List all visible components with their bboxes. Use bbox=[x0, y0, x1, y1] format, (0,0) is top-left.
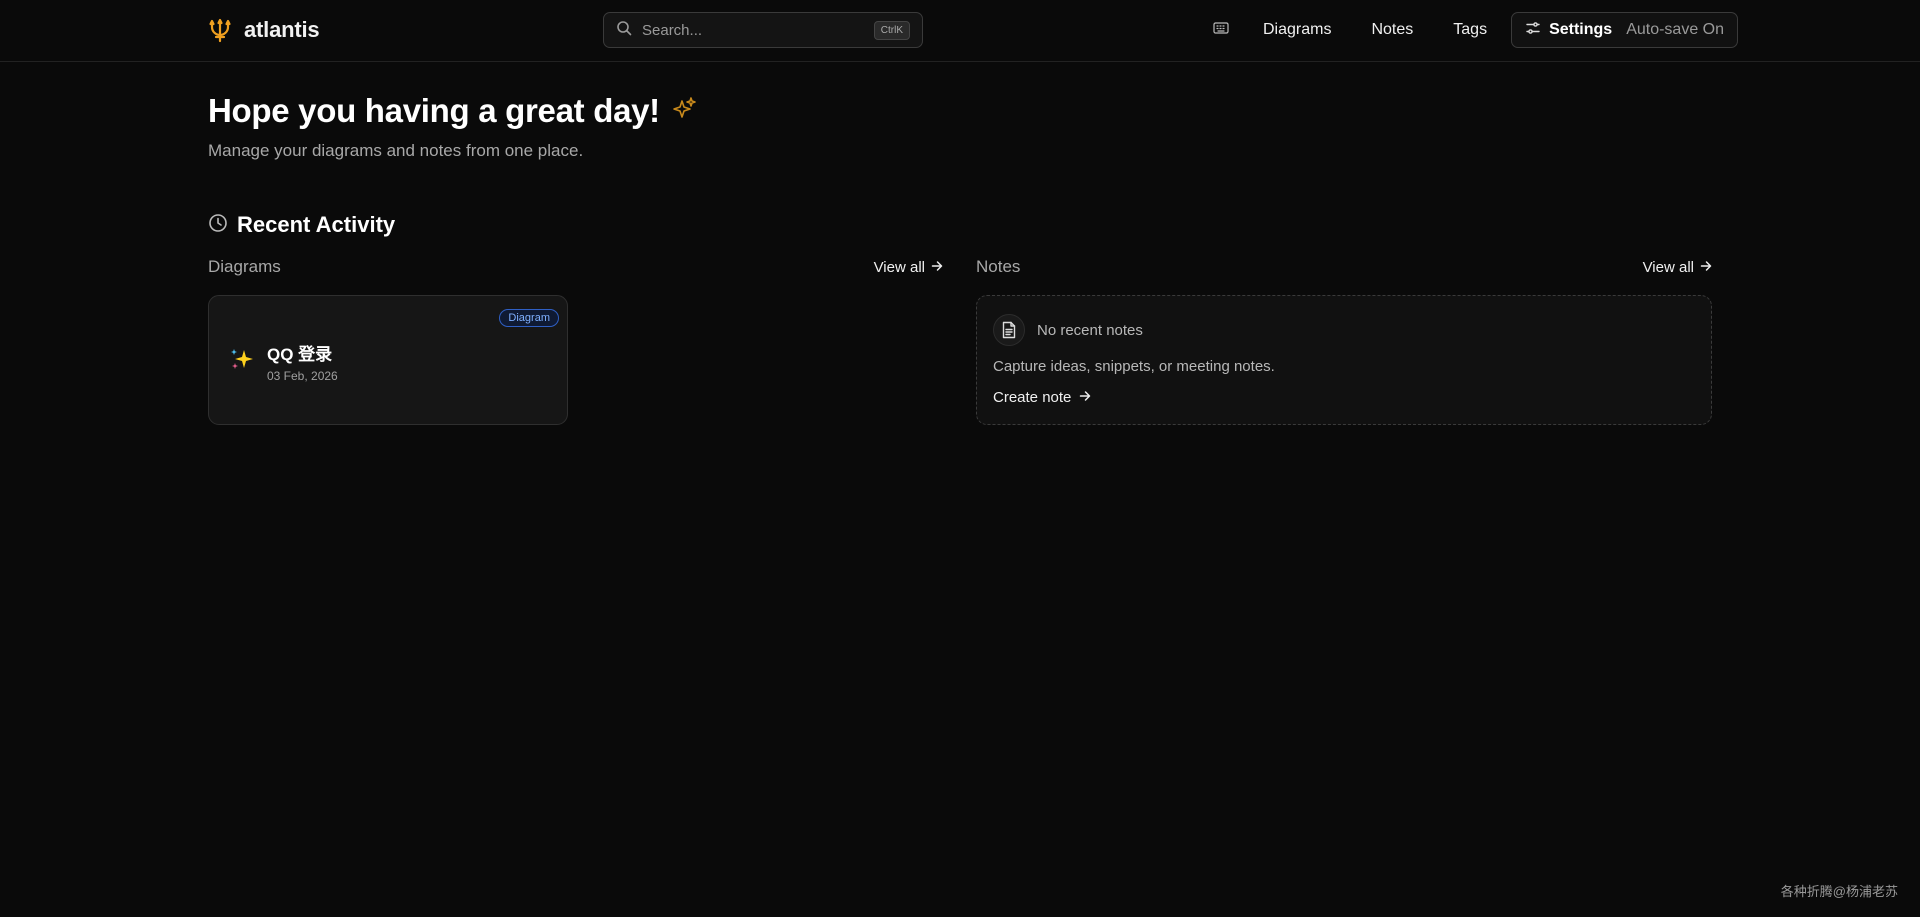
clock-icon bbox=[208, 213, 228, 238]
view-all-label: View all bbox=[1642, 258, 1694, 276]
create-note-link[interactable]: Create note bbox=[993, 389, 1091, 406]
diagrams-section-header: Diagrams View all bbox=[208, 256, 943, 278]
keyboard-shortcuts-button[interactable] bbox=[1205, 14, 1237, 46]
nav-tags[interactable]: Tags bbox=[1453, 21, 1487, 39]
create-note-label: Create note bbox=[993, 389, 1072, 406]
arrow-right-icon bbox=[1079, 389, 1091, 406]
search-icon bbox=[616, 20, 632, 41]
app-logo[interactable]: atlantis bbox=[208, 14, 320, 46]
page-title: Hope you having a great day! bbox=[208, 92, 660, 129]
diagram-card[interactable]: Diagram QQ 登录 03 Feb, 2026 bbox=[208, 295, 568, 425]
notes-empty-card: No recent notes Capture ideas, snippets,… bbox=[976, 295, 1712, 425]
no-notes-text: No recent notes bbox=[1037, 321, 1143, 339]
watermark-text: 各种折腾@杨浦老苏 bbox=[1780, 884, 1898, 899]
notes-view-all-link[interactable]: View all bbox=[1643, 259, 1712, 276]
trident-icon bbox=[208, 17, 232, 43]
recent-activity-title: Recent Activity bbox=[237, 212, 396, 237]
arrow-right-icon bbox=[1700, 259, 1712, 276]
document-icon bbox=[993, 314, 1025, 346]
search-input[interactable] bbox=[642, 21, 874, 39]
nav-notes[interactable]: Notes bbox=[1371, 21, 1413, 39]
settings-label: Settings bbox=[1549, 21, 1613, 38]
keyboard-icon bbox=[1213, 21, 1229, 40]
diagrams-view-all-link[interactable]: View all bbox=[874, 259, 943, 276]
greeting: Hope you having a great day! bbox=[208, 92, 698, 130]
notes-heading: Notes bbox=[976, 257, 1021, 276]
notes-empty-description: Capture ideas, snippets, or meeting note… bbox=[993, 358, 1275, 375]
sparkles-icon bbox=[670, 95, 698, 128]
diagrams-heading: Diagrams bbox=[208, 257, 281, 276]
search-shortcut-badge: CtrlK bbox=[873, 20, 910, 40]
view-all-label: View all bbox=[873, 258, 925, 276]
page-subtitle: Manage your diagrams and notes from one … bbox=[208, 141, 584, 160]
diagram-badge: Diagram bbox=[499, 309, 559, 327]
sliders-icon bbox=[1525, 20, 1541, 41]
nav-diagrams[interactable]: Diagrams bbox=[1263, 21, 1331, 39]
arrow-right-icon bbox=[931, 259, 943, 276]
autosave-status: Auto-save On bbox=[1626, 21, 1725, 38]
settings-button[interactable]: Settings Auto-save On bbox=[1511, 12, 1739, 48]
recent-activity-heading: Recent Activity bbox=[208, 212, 395, 238]
notes-section-header: Notes View all bbox=[976, 256, 1712, 278]
search-box[interactable]: CtrlK bbox=[603, 12, 923, 48]
diagram-card-body: QQ 登录 03 Feb, 2026 bbox=[229, 340, 338, 383]
diagram-title: QQ 登录 bbox=[267, 345, 333, 364]
logo-text: atlantis bbox=[244, 17, 320, 42]
top-header: atlantis CtrlK Diagrams Notes Tags bbox=[0, 0, 1920, 62]
sparkle-emoji-icon bbox=[229, 346, 255, 377]
diagram-card-text: QQ 登录 03 Feb, 2026 bbox=[267, 340, 338, 383]
notes-empty-header: No recent notes bbox=[993, 314, 1143, 346]
diagram-date: 03 Feb, 2026 bbox=[267, 369, 338, 383]
main-nav: Diagrams Notes Tags Settings Auto-save O… bbox=[1205, 12, 1739, 48]
